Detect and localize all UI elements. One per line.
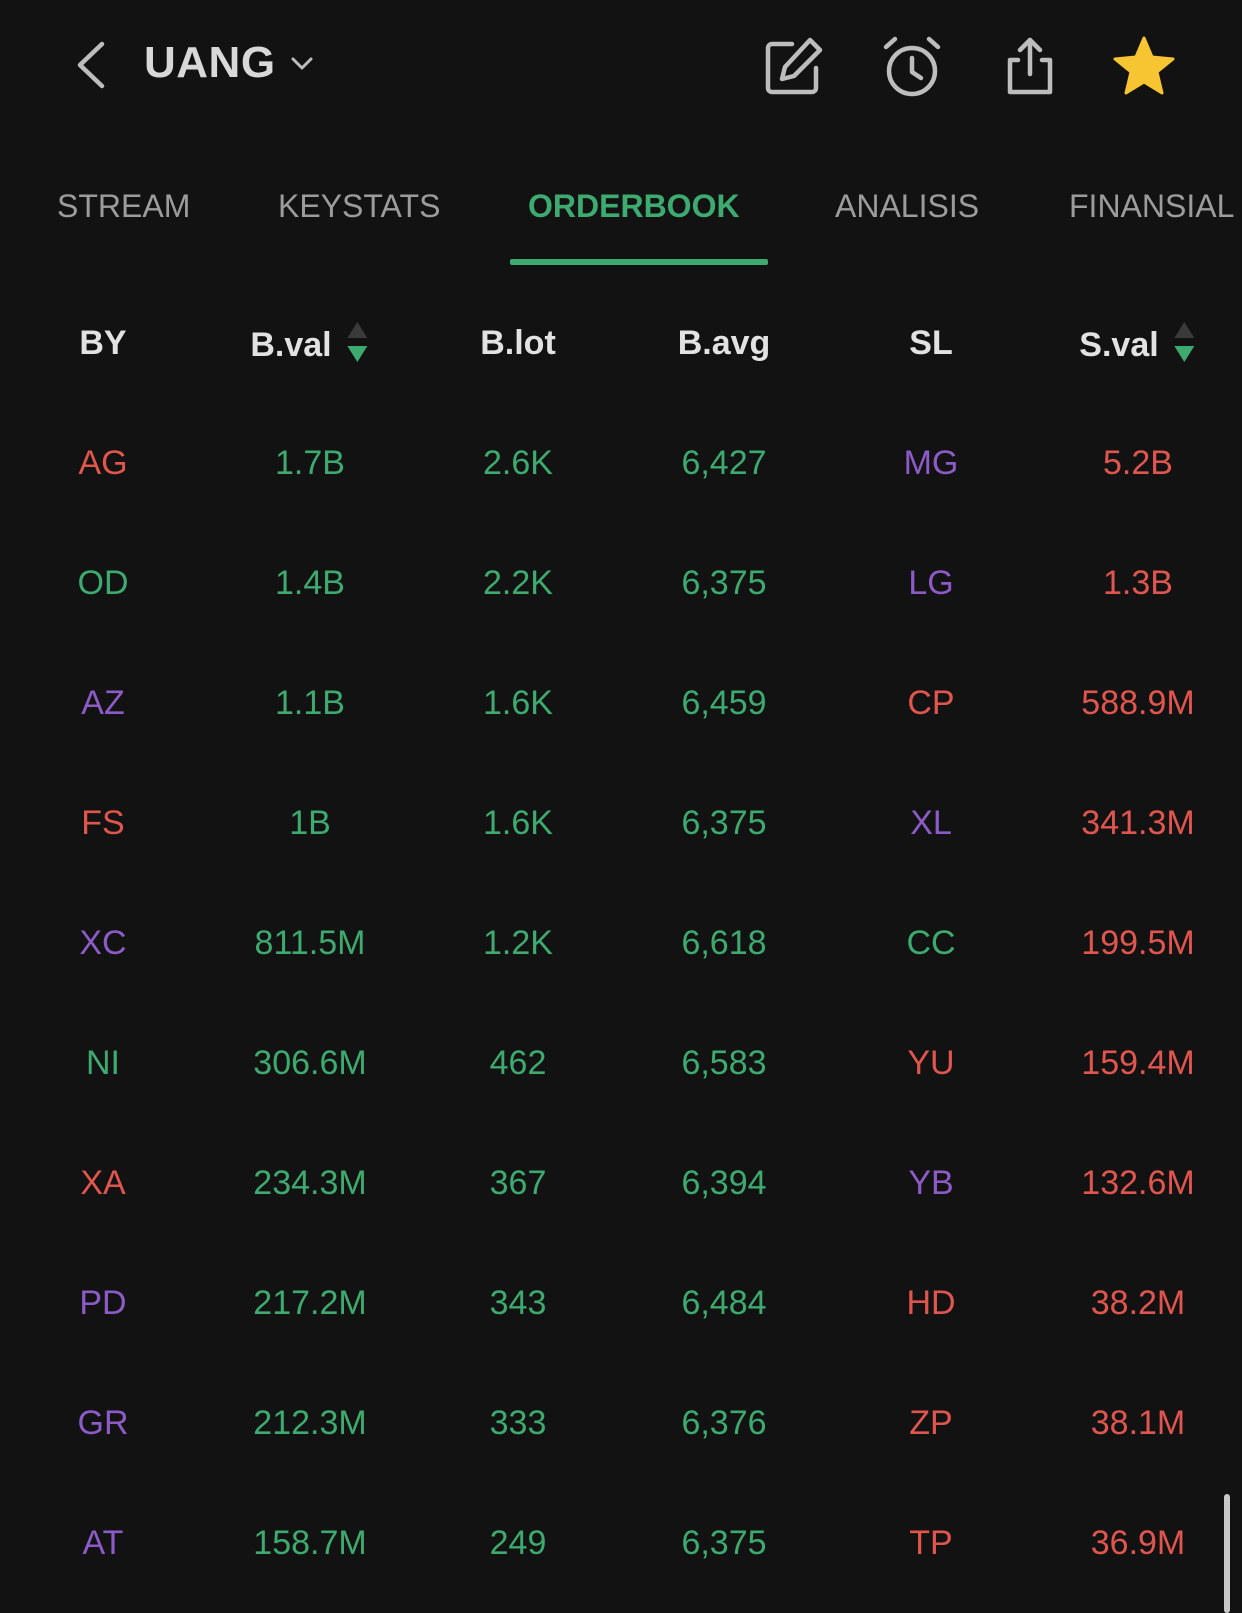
dropdown-chevron-icon[interactable] xyxy=(290,55,314,73)
broker-sell-code[interactable]: XL xyxy=(910,804,952,843)
buy-average: 6,459 xyxy=(681,684,767,722)
broker-buy-code[interactable]: AZ xyxy=(81,684,124,723)
sort-descending-icon xyxy=(347,322,368,362)
back-chevron-icon[interactable] xyxy=(72,40,112,90)
buy-average: 6,618 xyxy=(681,924,767,962)
buy-lot: 343 xyxy=(489,1284,547,1322)
buy-value: 306.6M xyxy=(253,1044,367,1082)
tab-keystats[interactable]: KEYSTATS xyxy=(278,188,440,225)
orderbook-table-body: AG 1.7B 2.6K 6,427 MG 5.2B OD 1.4B 2.2K 6,375 LG 1.… xyxy=(0,407,1242,1607)
broker-buy-code[interactable]: PD xyxy=(79,1284,126,1323)
buy-lot: 462 xyxy=(489,1044,547,1082)
edit-icon[interactable] xyxy=(762,34,826,100)
alarm-clock-icon[interactable] xyxy=(880,34,944,100)
buy-average: 6,583 xyxy=(681,1044,767,1082)
buy-value: 1.7B xyxy=(275,444,345,482)
tab-bar: STREAM KEYSTATS ORDERBOOK ANALISIS FINAN… xyxy=(0,170,1242,270)
buy-lot: 1.6K xyxy=(483,804,553,842)
buy-value: 234.3M xyxy=(253,1164,367,1202)
broker-sell-code[interactable]: YB xyxy=(908,1164,953,1203)
buy-average: 6,375 xyxy=(681,804,767,842)
broker-sell-code[interactable]: CP xyxy=(907,684,954,723)
sell-value: 38.2M xyxy=(1090,1284,1186,1322)
buy-lot: 1.6K xyxy=(483,684,553,722)
broker-sell-code[interactable]: TP xyxy=(909,1524,952,1563)
sell-value: 132.6M xyxy=(1081,1164,1195,1202)
buy-average: 6,394 xyxy=(681,1164,767,1202)
broker-sell-code[interactable]: CC xyxy=(906,924,955,963)
broker-sell-code[interactable]: LG xyxy=(908,564,953,603)
broker-buy-code[interactable]: XC xyxy=(79,924,126,963)
broker-buy-code[interactable]: OD xyxy=(78,564,129,603)
buy-average: 6,375 xyxy=(681,564,767,602)
buy-lot: 2.6K xyxy=(483,444,553,482)
sort-descending-icon xyxy=(1174,322,1195,362)
tab-analisis[interactable]: ANALISIS xyxy=(835,188,979,225)
orderbook-header-row: BY B.val B.lot B.avg SL S.val xyxy=(0,310,1242,382)
broker-sell-code[interactable]: YU xyxy=(907,1044,954,1083)
broker-sell-code[interactable]: ZP xyxy=(909,1404,952,1443)
table-row[interactable]: AT 158.7M 249 6,375 TP 36.9M xyxy=(0,1487,1242,1607)
sell-value: 36.9M xyxy=(1090,1524,1186,1562)
broker-sell-code[interactable]: HD xyxy=(906,1284,955,1323)
share-icon[interactable] xyxy=(998,34,1062,100)
column-header-sval[interactable]: S.val xyxy=(1079,322,1196,370)
broker-buy-code[interactable]: GR xyxy=(78,1404,129,1443)
sell-value: 588.9M xyxy=(1081,684,1195,722)
buy-average: 6,427 xyxy=(681,444,767,482)
table-row[interactable]: XA 234.3M 367 6,394 YB 132.6M xyxy=(0,1127,1242,1247)
buy-value: 217.2M xyxy=(253,1284,367,1322)
column-header-blot[interactable]: B.lot xyxy=(480,324,556,363)
buy-value: 1.1B xyxy=(275,684,345,722)
tab-orderbook[interactable]: ORDERBOOK xyxy=(528,188,740,225)
broker-buy-code[interactable]: FS xyxy=(81,804,124,843)
buy-average: 6,376 xyxy=(681,1404,767,1442)
broker-buy-code[interactable]: AG xyxy=(78,444,127,483)
table-row[interactable]: XC 811.5M 1.2K 6,618 CC 199.5M xyxy=(0,887,1242,1007)
buy-value: 811.5M xyxy=(254,924,366,962)
tab-stream[interactable]: STREAM xyxy=(57,188,190,225)
column-header-by[interactable]: BY xyxy=(79,324,126,363)
sell-value: 5.2B xyxy=(1103,444,1173,482)
broker-buy-code[interactable]: XA xyxy=(80,1164,125,1203)
buy-lot: 1.2K xyxy=(483,924,553,962)
table-row[interactable]: GR 212.3M 333 6,376 ZP 38.1M xyxy=(0,1367,1242,1487)
stock-ticker-title[interactable]: UANG xyxy=(144,38,276,88)
table-row[interactable]: AZ 1.1B 1.6K 6,459 CP 588.9M xyxy=(0,647,1242,767)
sell-value: 1.3B xyxy=(1103,564,1173,602)
table-row[interactable]: NI 306.6M 462 6,583 YU 159.4M xyxy=(0,1007,1242,1127)
column-header-sl[interactable]: SL xyxy=(909,324,952,363)
column-header-bavg[interactable]: B.avg xyxy=(678,324,771,363)
buy-value: 1.4B xyxy=(275,564,345,602)
buy-lot: 333 xyxy=(489,1404,547,1442)
broker-buy-code[interactable]: NI xyxy=(86,1044,120,1083)
sell-value: 159.4M xyxy=(1081,1044,1195,1082)
tab-finansial[interactable]: FINANSIAL xyxy=(1069,188,1234,225)
table-row[interactable]: AG 1.7B 2.6K 6,427 MG 5.2B xyxy=(0,407,1242,527)
broker-sell-code[interactable]: MG xyxy=(904,444,959,483)
buy-lot: 249 xyxy=(489,1524,547,1562)
sell-value: 38.1M xyxy=(1090,1404,1186,1442)
table-row[interactable]: FS 1B 1.6K 6,375 XL 341.3M xyxy=(0,767,1242,887)
buy-lot: 2.2K xyxy=(483,564,553,602)
table-row[interactable]: PD 217.2M 343 6,484 HD 38.2M xyxy=(0,1247,1242,1367)
buy-lot: 367 xyxy=(489,1164,547,1202)
broker-buy-code[interactable]: AT xyxy=(83,1524,124,1563)
buy-value: 158.7M xyxy=(253,1524,367,1562)
star-icon[interactable] xyxy=(1112,34,1176,100)
vertical-scrollbar[interactable] xyxy=(1224,1494,1230,1613)
buy-average: 6,375 xyxy=(681,1524,767,1562)
column-header-bval[interactable]: B.val xyxy=(250,322,369,370)
app-header: UANG xyxy=(0,0,1242,140)
table-row[interactable]: OD 1.4B 2.2K 6,375 LG 1.3B xyxy=(0,527,1242,647)
buy-value: 1B xyxy=(289,804,331,842)
sell-value: 341.3M xyxy=(1081,804,1195,842)
buy-value: 212.3M xyxy=(253,1404,367,1442)
active-tab-indicator xyxy=(510,259,768,265)
buy-average: 6,484 xyxy=(681,1284,767,1322)
sell-value: 199.5M xyxy=(1081,924,1195,962)
